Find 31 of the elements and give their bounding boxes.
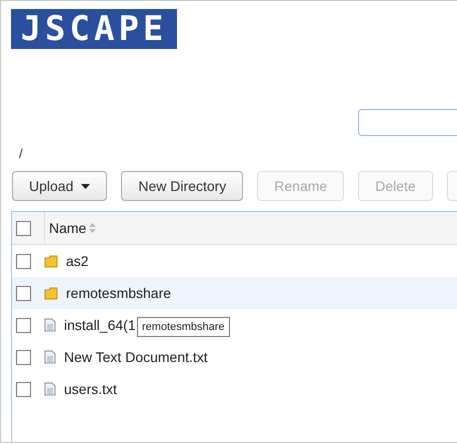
file-name: users.txt	[64, 381, 117, 397]
file-row[interactable]: users.txt	[12, 373, 457, 405]
sort-icon	[89, 223, 96, 233]
file-icon	[44, 382, 56, 396]
file-row[interactable]: New Text Document.txt	[12, 341, 457, 373]
checkbox[interactable]	[16, 350, 31, 364]
dropdown-button[interactable]: Upload	[12, 171, 108, 201]
column-label: Name	[49, 220, 86, 236]
checkbox[interactable]	[16, 286, 31, 300]
checkbox[interactable]	[16, 382, 31, 396]
file-name: New Text Document.txt	[64, 349, 208, 365]
search-field[interactable]	[358, 109, 457, 136]
column-header[interactable]: Name	[44, 212, 96, 244]
file-name: install_64(1	[64, 317, 136, 333]
toolbar-button[interactable]: New Directory	[121, 171, 244, 201]
file-name: as2	[66, 253, 89, 269]
tooltip: remotesmbshare	[137, 317, 230, 337]
logo: JSCAPE	[11, 9, 177, 49]
checkbox[interactable]	[16, 254, 31, 268]
file-row[interactable]: remotesmbshare	[12, 277, 457, 309]
folder-icon	[44, 286, 58, 300]
file-name: remotesmbshare	[66, 285, 172, 301]
folder-icon	[44, 254, 58, 268]
caret-icon	[81, 184, 90, 188]
file-icon	[44, 318, 56, 332]
file-row[interactable]: as2	[12, 245, 457, 277]
checkbox[interactable]	[16, 220, 31, 236]
file-row[interactable]: install_64(1 remotesmbshare	[12, 309, 457, 341]
file-icon	[44, 350, 56, 364]
folder-path-text: /	[19, 146, 24, 162]
checkbox[interactable]	[16, 318, 31, 332]
